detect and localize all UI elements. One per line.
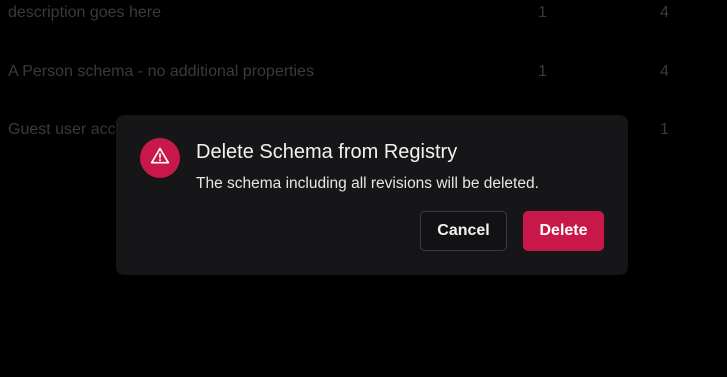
warning-triangle-icon xyxy=(150,146,170,171)
dialog-title: Delete Schema from Registry xyxy=(196,141,458,163)
delete-button[interactable]: Delete xyxy=(523,211,604,251)
cancel-button[interactable]: Cancel xyxy=(420,211,507,251)
dialog-message: The schema including all revisions will … xyxy=(196,175,539,192)
warning-badge xyxy=(140,138,180,178)
delete-schema-dialog: Delete Schema from Registry The schema i… xyxy=(116,115,628,275)
